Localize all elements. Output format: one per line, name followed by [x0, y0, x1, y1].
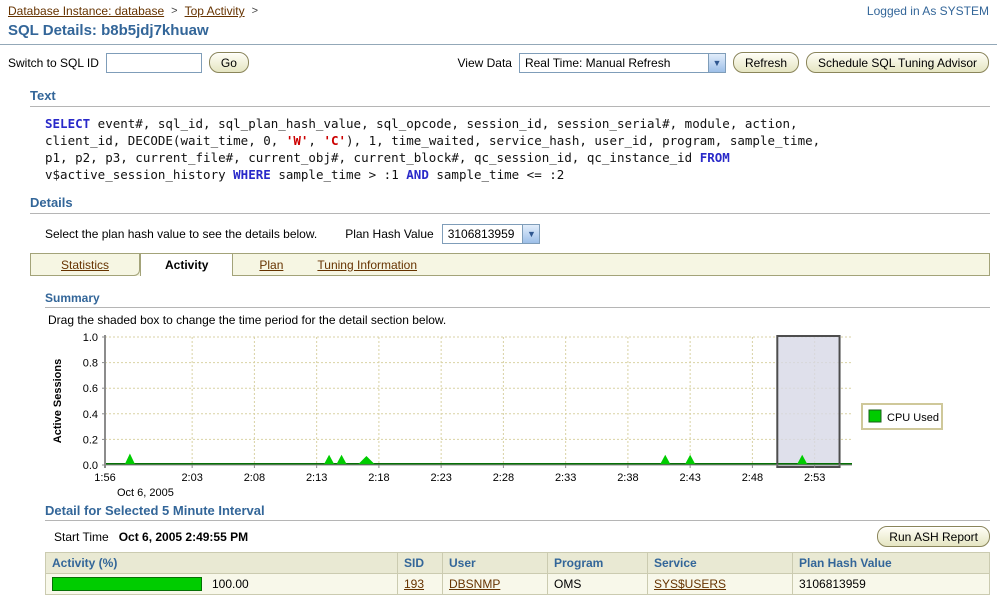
- tab-statistics[interactable]: Statistics: [31, 254, 140, 276]
- divider: [30, 106, 990, 107]
- col-sid: SID: [398, 553, 443, 574]
- svg-text:2:53: 2:53: [804, 472, 825, 484]
- page-title: SQL Details: b8b5jdj7khuaw: [8, 22, 997, 39]
- plan-hash-cell-value: 3106813959: [799, 577, 866, 591]
- tab-bar: Statistics Activity Plan Tuning Informat…: [30, 253, 990, 276]
- controls-row: Switch to SQL ID Go View Data Real Time:…: [0, 45, 997, 76]
- svg-text:2:03: 2:03: [181, 472, 202, 484]
- tab-activity[interactable]: Activity: [140, 254, 233, 276]
- svg-text:Oct 6, 2005: Oct 6, 2005: [117, 487, 174, 499]
- svg-text:2:18: 2:18: [368, 472, 389, 484]
- chart-canvas[interactable]: 0.0 0.2 0.4 0.6 0.8 1.0 1:56 2:03 2:08 2:13 2:18 2:…: [0, 327, 997, 499]
- view-data-select[interactable]: Real Time: Manual Refresh ▼: [519, 53, 726, 73]
- view-data-label: View Data: [457, 56, 511, 70]
- start-time-value: Oct 6, 2005 2:49:55 PM: [119, 530, 248, 544]
- svg-text:0.4: 0.4: [83, 409, 98, 421]
- breadcrumb-link-database-instance[interactable]: Database Instance: database: [8, 4, 164, 18]
- tab-activity-label: Activity: [165, 258, 208, 272]
- col-service: Service: [648, 553, 793, 574]
- chevron-down-icon: ▼: [522, 225, 539, 243]
- plan-hash-selected-value: 3106813959: [443, 227, 523, 241]
- details-section-heading: Details: [30, 195, 997, 210]
- activity-value: 100.00: [212, 577, 249, 591]
- divider: [45, 520, 990, 521]
- svg-text:0.6: 0.6: [83, 383, 98, 395]
- table-header-row: Activity (%) SID User Program Service Pl…: [46, 553, 990, 574]
- breadcrumb-separator: >: [171, 5, 177, 17]
- plan-hash-value-label: Plan Hash Value: [345, 227, 434, 241]
- svg-text:2:43: 2:43: [679, 472, 700, 484]
- view-data-selected-value: Real Time: Manual Refresh: [520, 56, 678, 70]
- plan-hash-value-select[interactable]: 3106813959 ▼: [442, 224, 541, 244]
- refresh-button[interactable]: Refresh: [733, 52, 799, 73]
- breadcrumb-link-top-activity[interactable]: Top Activity: [185, 4, 245, 18]
- col-plan-hash-value: Plan Hash Value: [793, 553, 990, 574]
- breadcrumb: Database Instance: database > Top Activi…: [8, 4, 258, 18]
- svg-text:0.2: 0.2: [83, 434, 98, 446]
- divider: [45, 307, 990, 308]
- svg-text:2:33: 2:33: [555, 472, 576, 484]
- svg-text:0.0: 0.0: [83, 460, 98, 472]
- sql-text: SELECT event#, sql_id, sql_plan_hash_val…: [45, 115, 990, 183]
- chevron-down-icon: ▼: [708, 54, 725, 72]
- start-time-row: Start Time Oct 6, 2005 2:49:55 PM Run AS…: [45, 526, 990, 547]
- start-time-label: Start Time: [54, 530, 109, 544]
- sql-id-input[interactable]: [106, 53, 202, 73]
- svg-text:1.0: 1.0: [83, 332, 98, 344]
- col-user: User: [443, 553, 548, 574]
- svg-text:2:23: 2:23: [430, 472, 451, 484]
- col-activity: Activity (%): [46, 553, 398, 574]
- activity-bar: [52, 577, 202, 591]
- tab-statistics-label[interactable]: Statistics: [61, 258, 109, 272]
- switch-to-sql-id-label: Switch to SQL ID: [8, 56, 99, 70]
- table-row: 100.00 193 DBSNMP OMS SYS$USERS 31068139…: [46, 574, 990, 595]
- plan-hash-row: Select the plan hash value to see the de…: [45, 224, 990, 244]
- activity-summary-chart[interactable]: 0.0 0.2 0.4 0.6 0.8 1.0 1:56 2:03 2:08 2:13 2:18 2:…: [0, 327, 997, 499]
- svg-text:2:38: 2:38: [617, 472, 638, 484]
- go-button[interactable]: Go: [209, 52, 249, 73]
- tab-tuning-information[interactable]: Tuning Information: [317, 258, 417, 272]
- program-value: OMS: [554, 577, 581, 591]
- col-program: Program: [548, 553, 648, 574]
- drag-instruction: Drag the shaded box to change the time p…: [48, 313, 997, 327]
- divider: [30, 213, 990, 214]
- svg-text:Active Sessions: Active Sessions: [52, 359, 64, 443]
- tab-group: Plan Tuning Information: [233, 254, 989, 276]
- service-link[interactable]: SYS$USERS: [654, 577, 726, 591]
- legend-swatch-cpu-used: [869, 410, 881, 422]
- sid-link[interactable]: 193: [404, 577, 424, 591]
- breadcrumb-separator: >: [252, 5, 258, 17]
- svg-text:CPU Used: CPU Used: [887, 412, 939, 424]
- plan-hash-instruction: Select the plan hash value to see the de…: [45, 227, 317, 241]
- schedule-sql-tuning-advisor-button[interactable]: Schedule SQL Tuning Advisor: [806, 52, 989, 73]
- logged-in-as: Logged in As SYSTEM: [867, 4, 989, 18]
- svg-text:2:13: 2:13: [306, 472, 327, 484]
- summary-heading: Summary: [45, 291, 997, 305]
- svg-text:2:28: 2:28: [493, 472, 514, 484]
- svg-text:1:56: 1:56: [94, 472, 115, 484]
- chart-legend: CPU Used: [862, 404, 942, 429]
- svg-text:2:08: 2:08: [244, 472, 265, 484]
- detail-section-heading: Detail for Selected 5 Minute Interval: [45, 503, 997, 518]
- user-link[interactable]: DBSNMP: [449, 577, 500, 591]
- tab-plan[interactable]: Plan: [259, 258, 283, 272]
- svg-text:0.8: 0.8: [83, 358, 98, 370]
- activity-detail-table: Activity (%) SID User Program Service Pl…: [45, 552, 990, 595]
- run-ash-report-button[interactable]: Run ASH Report: [877, 526, 990, 547]
- svg-text:2:48: 2:48: [742, 472, 763, 484]
- top-bar: Database Instance: database > Top Activi…: [0, 0, 997, 18]
- text-section-heading: Text: [30, 88, 997, 103]
